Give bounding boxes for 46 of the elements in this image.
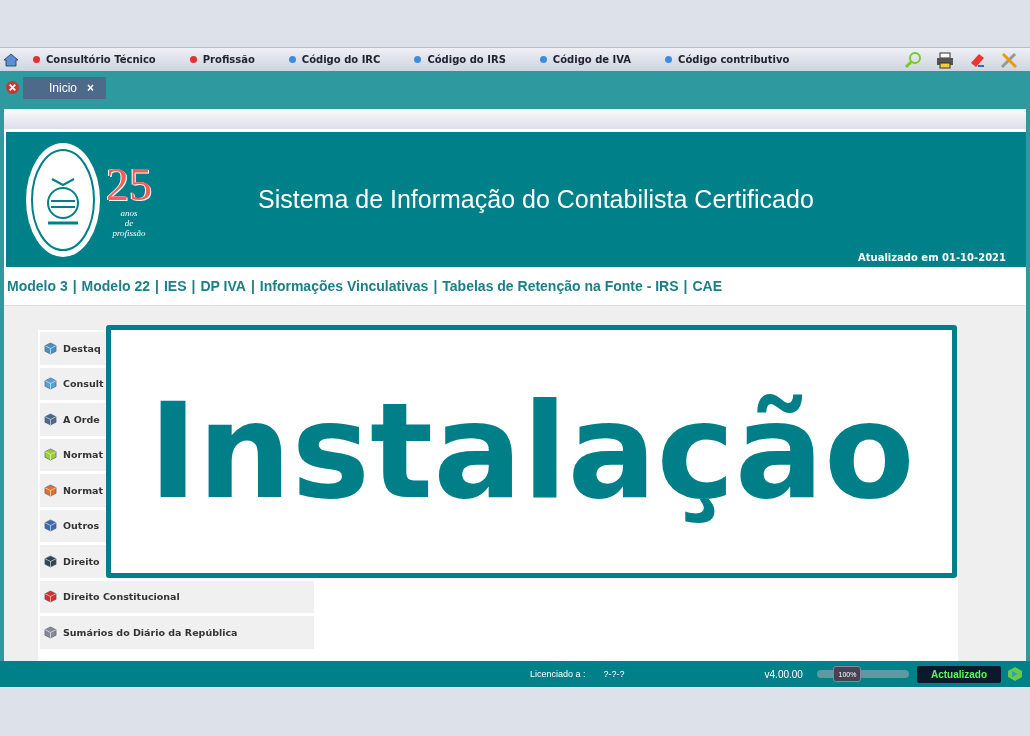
update-date: Atualizado em 01-10-2021 <box>858 252 1006 263</box>
link-separator: | <box>433 278 438 294</box>
banner-title: Sistema de Informação do Contabilista Certificado <box>258 185 814 214</box>
category-icon <box>44 412 57 426</box>
close-icon[interactable] <box>6 81 19 94</box>
link-separator: | <box>155 278 159 294</box>
license-label: Licenciado a : <box>530 669 586 679</box>
link-separator: | <box>72 278 77 294</box>
logo-caption: anos <box>120 207 138 218</box>
menu-item[interactable]: Profissão <box>189 54 255 65</box>
category-icon <box>44 590 57 604</box>
link-separator: | <box>250 278 255 294</box>
play-icon[interactable] <box>1007 666 1024 682</box>
category-icon <box>44 341 57 355</box>
category-icon <box>44 625 57 639</box>
sidebar-item[interactable]: Direito Constitucional <box>40 580 314 613</box>
quick-link[interactable]: IES <box>164 278 187 294</box>
quick-link[interactable]: DP IVA <box>200 278 246 294</box>
menu-item[interactable]: Código de IVA <box>539 54 632 65</box>
logo-caption: de <box>124 217 134 228</box>
menu-item[interactable]: Código do IRC <box>288 54 381 65</box>
quick-link[interactable]: Modelo 22 <box>81 278 151 294</box>
quick-link[interactable]: Tabelas de Retenção na Fonte - IRS <box>442 278 679 294</box>
menu-item[interactable]: Consultório Técnico <box>33 54 156 65</box>
logo-caption: profissão <box>112 227 146 238</box>
quick-link[interactable]: Modelo 3 <box>7 278 68 294</box>
category-icon <box>44 554 57 568</box>
quick-link[interactable]: Informações Vinculativas <box>259 278 429 294</box>
quick-link[interactable]: CAE <box>692 278 723 294</box>
menu-item[interactable]: Código do IRS <box>414 54 506 65</box>
link-separator: | <box>191 278 196 294</box>
category-icon <box>44 448 57 462</box>
menu-item[interactable]: Código contributivo <box>665 54 790 65</box>
printer-icon[interactable] <box>936 50 954 69</box>
update-status: Actualizado <box>916 665 1002 683</box>
category-icon <box>44 483 57 497</box>
logo-number: 25 <box>106 161 152 208</box>
category-icon <box>44 377 57 391</box>
license-value: ?-?-? <box>603 669 625 679</box>
tab-close-button[interactable]: × <box>87 80 95 95</box>
tab[interactable]: Inicio × <box>23 76 107 99</box>
sidebar-item[interactable]: Sumários do Diário da República <box>40 616 314 649</box>
category-icon <box>44 519 57 533</box>
home-icon[interactable] <box>3 52 19 67</box>
version-label: v4.00.00 <box>764 668 803 680</box>
link-separator: | <box>683 278 688 294</box>
